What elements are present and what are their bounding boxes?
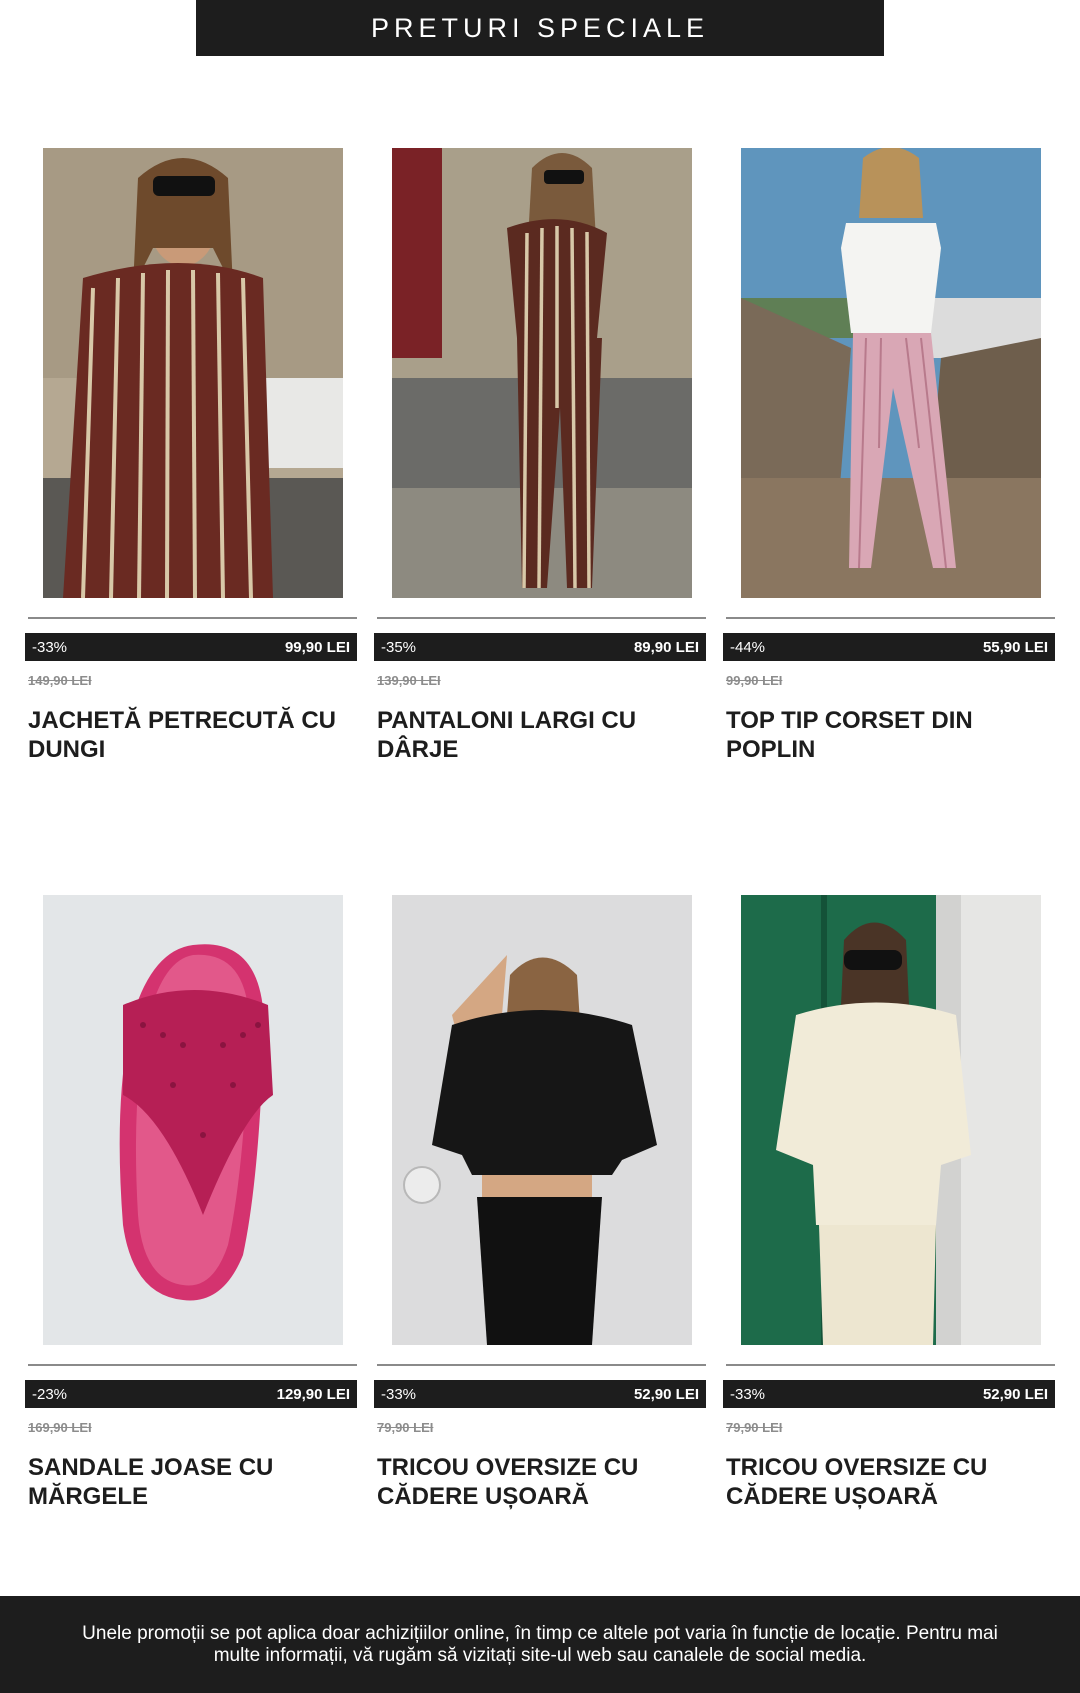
old-price: 79,90 LEI [377,1420,434,1435]
product-name[interactable]: TOP TIP CORSET DIN POPLIN [726,706,1052,764]
discount-badge: -35% [381,638,417,656]
product-photo[interactable] [741,148,1041,598]
woman-striped-wrap-jacket-photo [43,148,343,598]
price-bar: -33% 52,90 LEI [723,1380,1055,1408]
product-name[interactable]: TRICOU OVERSIZE CU CĂDERE UȘOARĂ [377,1453,703,1511]
current-price: 52,90 LEI [633,1385,699,1403]
current-price: 129,90 LEI [276,1385,350,1403]
pink-beaded-sandal-photo [43,895,343,1345]
discount-badge: -33% [730,1385,766,1403]
woman-striped-wide-trousers-photo [392,148,692,598]
old-price: 169,90 LEI [28,1420,92,1435]
price-bar: -33% 99,90 LEI [25,633,357,661]
discount-badge: -44% [730,638,766,656]
disclaimer-text: Unele promoții se pot aplica doar achizi… [82,1622,998,1666]
current-price: 55,90 LEI [982,638,1048,656]
woman-white-corset-top-photo [741,148,1041,598]
product-photo[interactable] [392,895,692,1345]
promo-banner: PRETURI SPECIALE [196,0,884,56]
disclaimer-footer: Unele promoții se pot aplica doar achizi… [0,1596,1080,1693]
price-bar: -33% 52,90 LEI [374,1380,706,1408]
product-name[interactable]: JACHETĂ PETRECUTĂ CU DUNGI [28,706,354,764]
product-name[interactable]: PANTALONI LARGI CU DÂRJE [377,706,703,764]
banner-title: PRETURI SPECIALE [370,12,710,43]
price-bar: -35% 89,90 LEI [374,633,706,661]
old-price: 99,90 LEI [726,673,783,688]
price-bar: -44% 55,90 LEI [723,633,1055,661]
discount-badge: -23% [32,1385,68,1403]
product-photo[interactable] [741,895,1041,1345]
woman-cream-oversize-tee-photo [741,895,1041,1345]
divider [726,1364,1055,1366]
divider [377,1364,706,1366]
discount-badge: -33% [32,638,68,656]
product-name[interactable]: TRICOU OVERSIZE CU CĂDERE UȘOARĂ [726,1453,1052,1511]
discount-badge: -33% [381,1385,417,1403]
product-photo[interactable] [392,148,692,598]
price-bar: -23% 129,90 LEI [25,1380,357,1408]
divider [28,1364,357,1366]
woman-black-oversize-tee-photo [392,895,692,1345]
old-price: 79,90 LEI [726,1420,783,1435]
current-price: 52,90 LEI [982,1385,1048,1403]
divider [377,617,706,619]
product-photo[interactable] [43,148,343,598]
old-price: 139,90 LEI [377,673,441,688]
old-price: 149,90 LEI [28,673,92,688]
divider [28,617,357,619]
product-name[interactable]: SANDALE JOASE CU MĂRGELE [28,1453,354,1511]
product-photo[interactable] [43,895,343,1345]
divider [726,617,1055,619]
current-price: 89,90 LEI [633,638,699,656]
current-price: 99,90 LEI [284,638,350,656]
